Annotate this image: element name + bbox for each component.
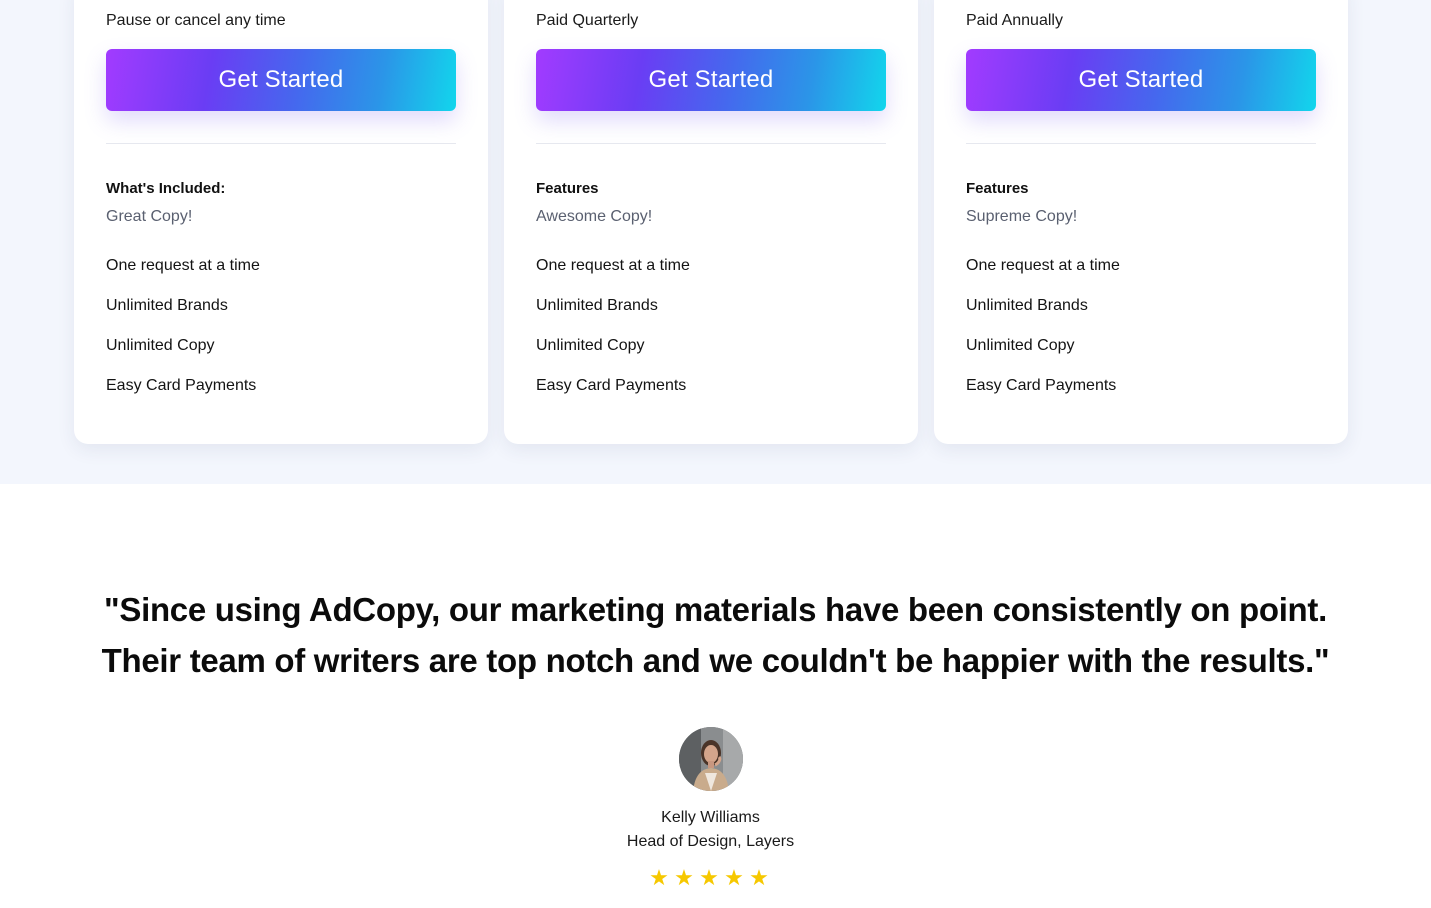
tier-tagline: Awesome Copy! [536,208,653,225]
feature-list: One request at a time Unlimited Brands U… [106,256,260,416]
card-divider [536,143,886,144]
features-heading: Features [536,180,599,197]
features-heading: Features [966,180,1029,197]
feature-list: One request at a time Unlimited Brands U… [536,256,690,416]
feature-item: Unlimited Brands [106,297,228,314]
pricing-card-quarterly: Paid Quarterly Get Started Features Awes… [504,0,918,444]
feature-item: One request at a time [536,257,690,274]
feature-item: Unlimited Brands [536,297,658,314]
feature-item: Unlimited Copy [536,337,645,354]
feature-list: One request at a time Unlimited Brands U… [966,256,1120,416]
avatar [679,727,743,791]
author-photo-icon [679,727,743,791]
testimonial-quote: "Since using AdCopy, our marketing mater… [40,584,1391,686]
feature-item: Easy Card Payments [966,377,1117,394]
billing-note: Paid Quarterly [536,12,639,29]
card-divider [966,143,1316,144]
get-started-button[interactable]: Get Started [966,49,1316,111]
feature-item: Unlimited Copy [966,337,1075,354]
tier-tagline: Great Copy! [106,208,193,225]
tier-tagline: Supreme Copy! [966,208,1078,225]
features-heading: What's Included: [106,180,226,197]
billing-note: Paid Annually [966,12,1063,29]
feature-item: One request at a time [966,257,1120,274]
star-icon: ★ [699,865,719,890]
feature-item: Unlimited Copy [106,337,215,354]
star-icon: ★ [649,865,669,890]
feature-item: Easy Card Payments [536,377,687,394]
star-icon: ★ [674,865,694,890]
pricing-card-annual: Paid Annually Get Started Features Supre… [934,0,1348,444]
pricing-card-monthly: Pause or cancel any time Get Started Wha… [74,0,488,444]
feature-item: Unlimited Brands [966,297,1088,314]
testimonial-section: "Since using AdCopy, our marketing mater… [0,484,1431,908]
get-started-button[interactable]: Get Started [536,49,886,111]
feature-item: Easy Card Payments [106,377,257,394]
author-role: Head of Design, Layers [626,833,795,850]
star-icon: ★ [724,865,744,890]
billing-note: Pause or cancel any time [106,12,286,29]
card-divider [106,143,456,144]
pricing-section: Pause or cancel any time Get Started Wha… [0,0,1431,484]
get-started-button[interactable]: Get Started [106,49,456,111]
author-name: Kelly Williams [661,809,760,826]
quote-line: Their team of writers are top notch and … [101,642,1330,679]
star-rating: ★ ★ ★ ★ ★ [648,865,770,891]
feature-item: One request at a time [106,257,260,274]
star-icon: ★ [749,865,769,890]
quote-line: "Since using AdCopy, our marketing mater… [104,591,1327,628]
